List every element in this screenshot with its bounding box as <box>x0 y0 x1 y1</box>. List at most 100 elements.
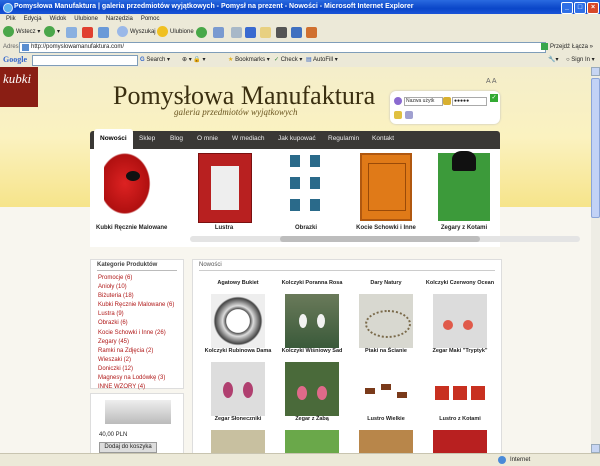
nav-item-blog[interactable]: Blog <box>170 131 183 147</box>
maximize-button[interactable]: □ <box>574 2 586 14</box>
menu-edit[interactable]: Edycja <box>24 14 42 24</box>
scroll-thumb[interactable] <box>591 78 600 218</box>
address-input[interactable]: http://pomyslowamanufaktura.com/ <box>19 42 546 53</box>
category-link[interactable]: Promocje (6) <box>98 274 174 283</box>
featured-product-image[interactable] <box>105 400 171 424</box>
k-icon[interactable] <box>276 27 287 38</box>
links-button[interactable]: Łącza » <box>572 41 593 53</box>
password-input[interactable]: ●●●●● <box>452 97 487 106</box>
check-button[interactable]: ✓ Check ▾ <box>274 55 302 65</box>
product-item[interactable]: Kolczyki Rubinowa Dama <box>203 348 273 416</box>
refresh-icon[interactable] <box>82 27 93 38</box>
wrench-icon[interactable]: 🔧▾ <box>548 55 558 65</box>
product-item[interactable]: Kolczyki Wiśniowy Sad <box>277 348 347 416</box>
nav-item-regulamin[interactable]: Regulamin <box>328 131 359 147</box>
menu-favorites[interactable]: Ulubione <box>74 14 98 24</box>
cat-box-image <box>360 153 412 221</box>
go-button[interactable]: Przejdź <box>541 41 570 53</box>
close-button[interactable]: × <box>587 2 599 14</box>
minimize-button[interactable]: _ <box>561 2 573 14</box>
category-link[interactable]: Zegary (45) <box>98 338 174 347</box>
category-link[interactable]: Lustra (9) <box>98 310 174 319</box>
scroll-up-icon[interactable] <box>591 67 600 76</box>
signin-button[interactable]: ○ Sign In ▾ <box>566 55 595 65</box>
favorites-button[interactable]: Ulubione <box>157 26 194 39</box>
category-link[interactable]: Magnesy na Lodówkę (3) <box>98 374 174 383</box>
font-size-control[interactable]: A A <box>486 78 497 85</box>
google-extra-button[interactable]: ⊕ ▾ 🔒 ▾ <box>182 55 206 65</box>
google-search-input[interactable] <box>32 55 138 66</box>
product-item[interactable]: Dary Natury <box>351 280 421 348</box>
category-link[interactable]: Kubki Ręcznie Malowane (6) <box>98 301 174 310</box>
autofill-button[interactable]: ▤ AutoFill ▾ <box>306 55 338 65</box>
search-button[interactable]: Wyszukaj <box>117 26 156 39</box>
research-icon[interactable] <box>306 27 317 38</box>
menu-file[interactable]: Plik <box>6 14 16 24</box>
login-submit-button[interactable]: ✓ <box>490 94 498 102</box>
nav-item-sklep[interactable]: Sklep <box>139 131 155 147</box>
showcase-scrollbar[interactable] <box>190 236 580 242</box>
forward-button[interactable]: ▾ <box>44 26 60 39</box>
showcase-item[interactable]: Zegary z Kotami <box>430 151 498 233</box>
nav-item-jak-kupowac[interactable]: Jak kupować <box>278 131 316 147</box>
category-link[interactable]: INNE WZORY (4) <box>98 383 174 392</box>
product-item[interactable]: Zegar z Żabą <box>277 416 347 453</box>
username-input[interactable]: Nazwa użytk <box>404 97 443 106</box>
category-link[interactable]: Obrazki (6) <box>98 319 174 328</box>
product-image <box>433 294 487 348</box>
product-item[interactable]: Lustro Wielkie <box>351 416 421 453</box>
product-image <box>211 362 265 416</box>
print-icon[interactable] <box>231 27 242 38</box>
product-item[interactable]: Ptaki na Ścianie <box>351 348 421 416</box>
register-icon[interactable] <box>394 111 402 119</box>
home-icon[interactable] <box>98 27 109 38</box>
bookmarks-button[interactable]: ★ Bookmarks ▾ <box>228 55 270 65</box>
categories-box: Kategorie Produktów Promocje (6) Anioły … <box>90 259 184 392</box>
scroll-down-icon[interactable] <box>591 444 600 453</box>
showcase-item[interactable]: Obrazki <box>272 153 340 233</box>
category-link[interactable]: Ramki na Zdjęcia (2) <box>98 347 174 356</box>
folder-icon[interactable] <box>260 27 271 38</box>
menu-view[interactable]: Widok <box>50 14 67 24</box>
product-item[interactable]: Zegar Maki "Tryptyk" <box>425 348 495 416</box>
category-link[interactable]: Doniczki (12) <box>98 365 174 374</box>
product-item[interactable]: Agatowy Bukiet <box>203 280 273 348</box>
word-icon[interactable] <box>245 27 256 38</box>
showcase-item[interactable]: Kocie Schowki i Inne <box>352 153 420 233</box>
nav-item-nowosci[interactable]: Nowości <box>94 129 133 149</box>
showcase-scroll-thumb[interactable] <box>280 236 480 242</box>
product-image <box>285 430 339 453</box>
showcase-item[interactable]: Kubki Ręcznie Malowane <box>96 153 167 233</box>
nav-item-o-mnie[interactable]: O mnie <box>197 131 218 147</box>
category-link[interactable]: Biżuteria (18) <box>98 292 174 301</box>
kubki-logo[interactable]: kubki <box>0 67 38 107</box>
page-icon <box>22 44 29 51</box>
nav-item-w-mediach[interactable]: W mediach <box>232 131 265 147</box>
menu-tools[interactable]: Narzędzia <box>106 14 133 24</box>
nav-item-kontakt[interactable]: Kontakt <box>372 131 394 147</box>
product-name: Kolczyki Wiśniowy Sad <box>281 348 343 354</box>
product-item[interactable]: Lustro z Kotami <box>425 416 495 453</box>
messenger-icon[interactable] <box>291 27 302 38</box>
back-button[interactable]: Wstecz ▾ <box>3 26 40 39</box>
product-item[interactable]: Zegar Słoneczniki <box>203 416 273 453</box>
address-label: Adres <box>3 44 19 50</box>
stop-icon[interactable] <box>66 27 77 38</box>
google-search-button[interactable]: G Search ▾ <box>140 55 170 65</box>
product-name: Zegar Maki "Tryptyk" <box>432 348 488 354</box>
main-nav: Nowości Sklep Blog O mnie W mediach Jak … <box>90 129 500 149</box>
history-icon[interactable] <box>196 27 207 38</box>
category-link[interactable]: Wieszaki (2) <box>98 356 174 365</box>
menu-help[interactable]: Pomoc <box>141 14 160 24</box>
status-bar: Internet <box>0 453 600 466</box>
showcase-item[interactable]: Lustra <box>190 153 258 233</box>
category-link[interactable]: Kocie Schowki i Inne (26) <box>98 329 174 338</box>
add-to-cart-button[interactable]: Dodaj do koszyka <box>99 442 157 453</box>
page-scrollbar[interactable] <box>591 67 600 453</box>
product-item[interactable]: Kolczyki Czerwony Ocean <box>425 280 495 348</box>
mail-icon[interactable] <box>213 27 224 38</box>
google-logo[interactable]: Google <box>3 55 27 64</box>
category-link[interactable]: Anioły (10) <box>98 283 174 292</box>
product-item[interactable]: Kolczyki Poranna Rosa <box>277 280 347 348</box>
remind-password-icon[interactable] <box>405 111 413 119</box>
